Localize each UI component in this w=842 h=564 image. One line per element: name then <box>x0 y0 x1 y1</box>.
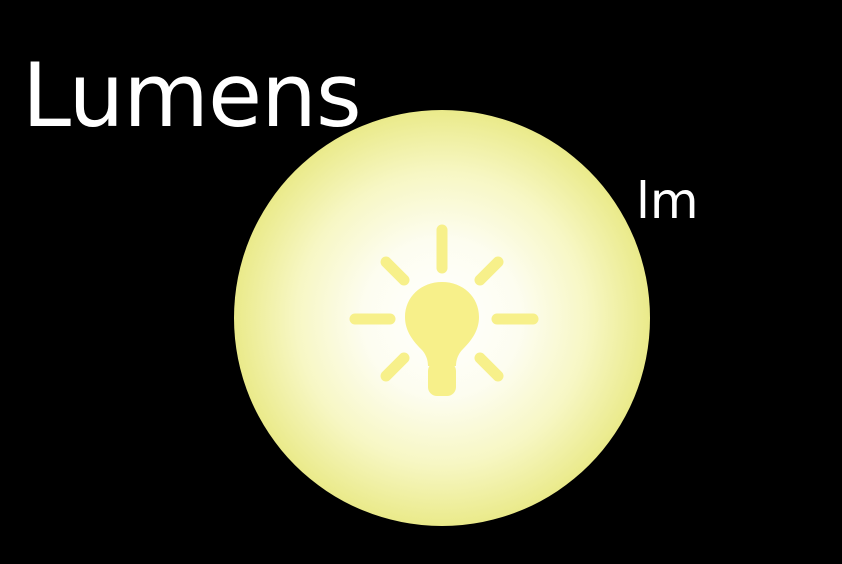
slide-canvas: Lumens lm <box>0 0 842 564</box>
unit-label-lm: lm <box>636 172 699 230</box>
bulb-base <box>428 362 456 396</box>
light-illustration <box>234 110 650 526</box>
